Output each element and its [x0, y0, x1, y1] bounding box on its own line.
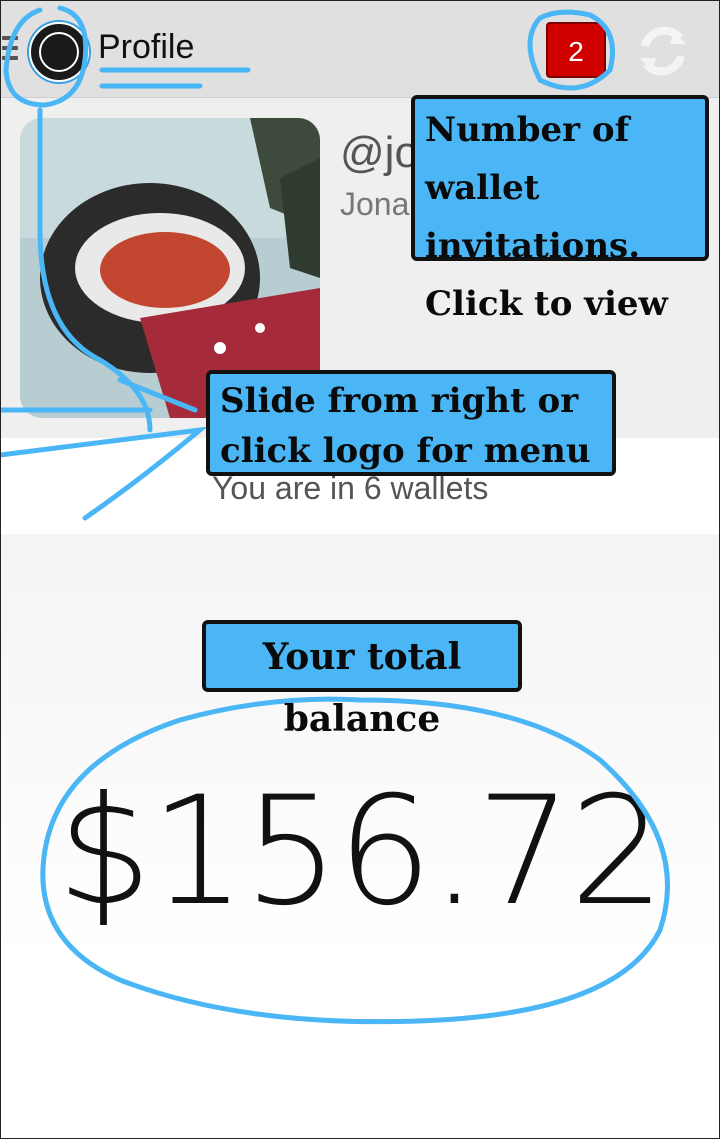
refresh-icon[interactable]: [636, 24, 690, 78]
menu-callout: Slide from right or click logo for menu: [206, 370, 616, 476]
profile-name: Jona: [340, 186, 410, 222]
hamburger-menu-icon[interactable]: [2, 36, 18, 66]
profile-handle: @jo: [340, 128, 419, 177]
logo-icon: [39, 32, 79, 72]
wallet-invitations-badge[interactable]: 2: [546, 22, 606, 78]
invitations-callout: Number of wallet invitations. Click to v…: [411, 95, 709, 324]
balance-callout: Your total balance: [202, 620, 522, 740]
total-balance: $156.72: [56, 765, 665, 939]
app-logo-button[interactable]: [29, 22, 89, 82]
page-title: Profile: [98, 28, 195, 66]
action-bar: Profile 2: [0, 0, 720, 98]
